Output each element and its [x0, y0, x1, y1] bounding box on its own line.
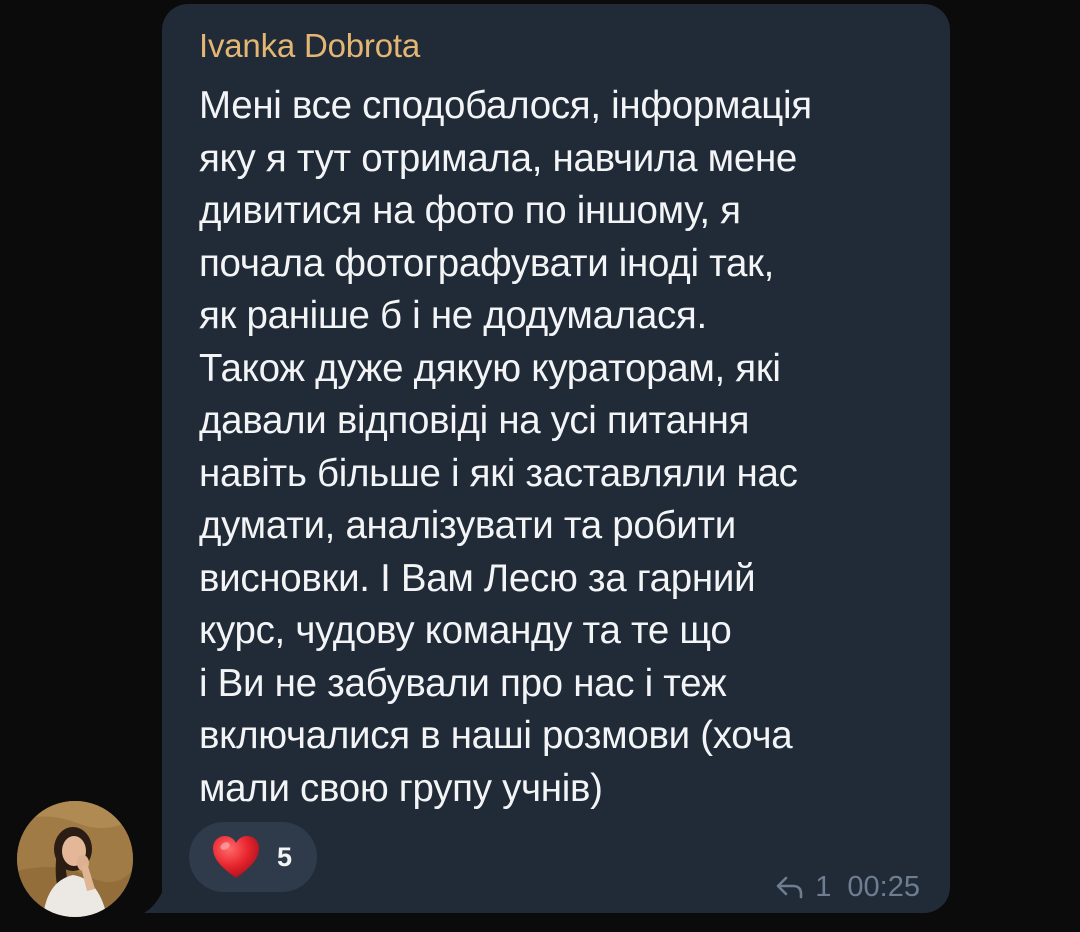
message-text: Мені все сподобалося, інформація яку я т…	[199, 80, 939, 815]
message-line: навіть більше і які заставляли нас	[199, 451, 798, 495]
avatar[interactable]	[17, 801, 133, 917]
message-line: включалися в наші розмови (хоча	[199, 714, 793, 757]
message-line: мали свою групу учнів)	[199, 766, 603, 810]
message-line: думати, аналізувати та робити	[199, 504, 736, 547]
message-time: 00:25	[847, 871, 920, 903]
message-line: Мені все сподобалося, інформація	[199, 84, 812, 127]
reply-icon[interactable]	[775, 875, 805, 899]
message-line: Також дуже дякую кураторам, які	[199, 346, 781, 390]
message-line: яку я тут отримала, навчила мене	[199, 136, 798, 180]
message-meta: 1 00:25	[775, 870, 920, 904]
sender-name[interactable]: Ivanka Dobrota	[199, 26, 420, 66]
avatar-photo	[17, 801, 133, 917]
message-line: курс, чудову команду та те що	[199, 609, 732, 652]
message-line: і Ви не забували про нас і теж	[199, 661, 727, 705]
reply-count[interactable]: 1	[815, 870, 831, 904]
message-bubble[interactable]: Ivanka Dobrota Мені все сподобалося, інф…	[162, 4, 950, 913]
heart-reaction-button[interactable]: 5	[189, 822, 317, 892]
message-line: як раніше б і не додумалася.	[199, 294, 707, 337]
message-line: дивитися на фото по іншому, я	[199, 189, 741, 232]
reaction-count: 5	[277, 842, 293, 872]
chat-view: Ivanka Dobrota Мені все сподобалося, інф…	[0, 0, 1080, 932]
message-line: почала фотографувати іноді так,	[199, 241, 775, 285]
message-line: висновки. І Вам Лесю за гарний	[199, 556, 756, 600]
heart-icon	[213, 836, 259, 878]
message-line: давали відповіді на усі питання	[199, 399, 750, 442]
